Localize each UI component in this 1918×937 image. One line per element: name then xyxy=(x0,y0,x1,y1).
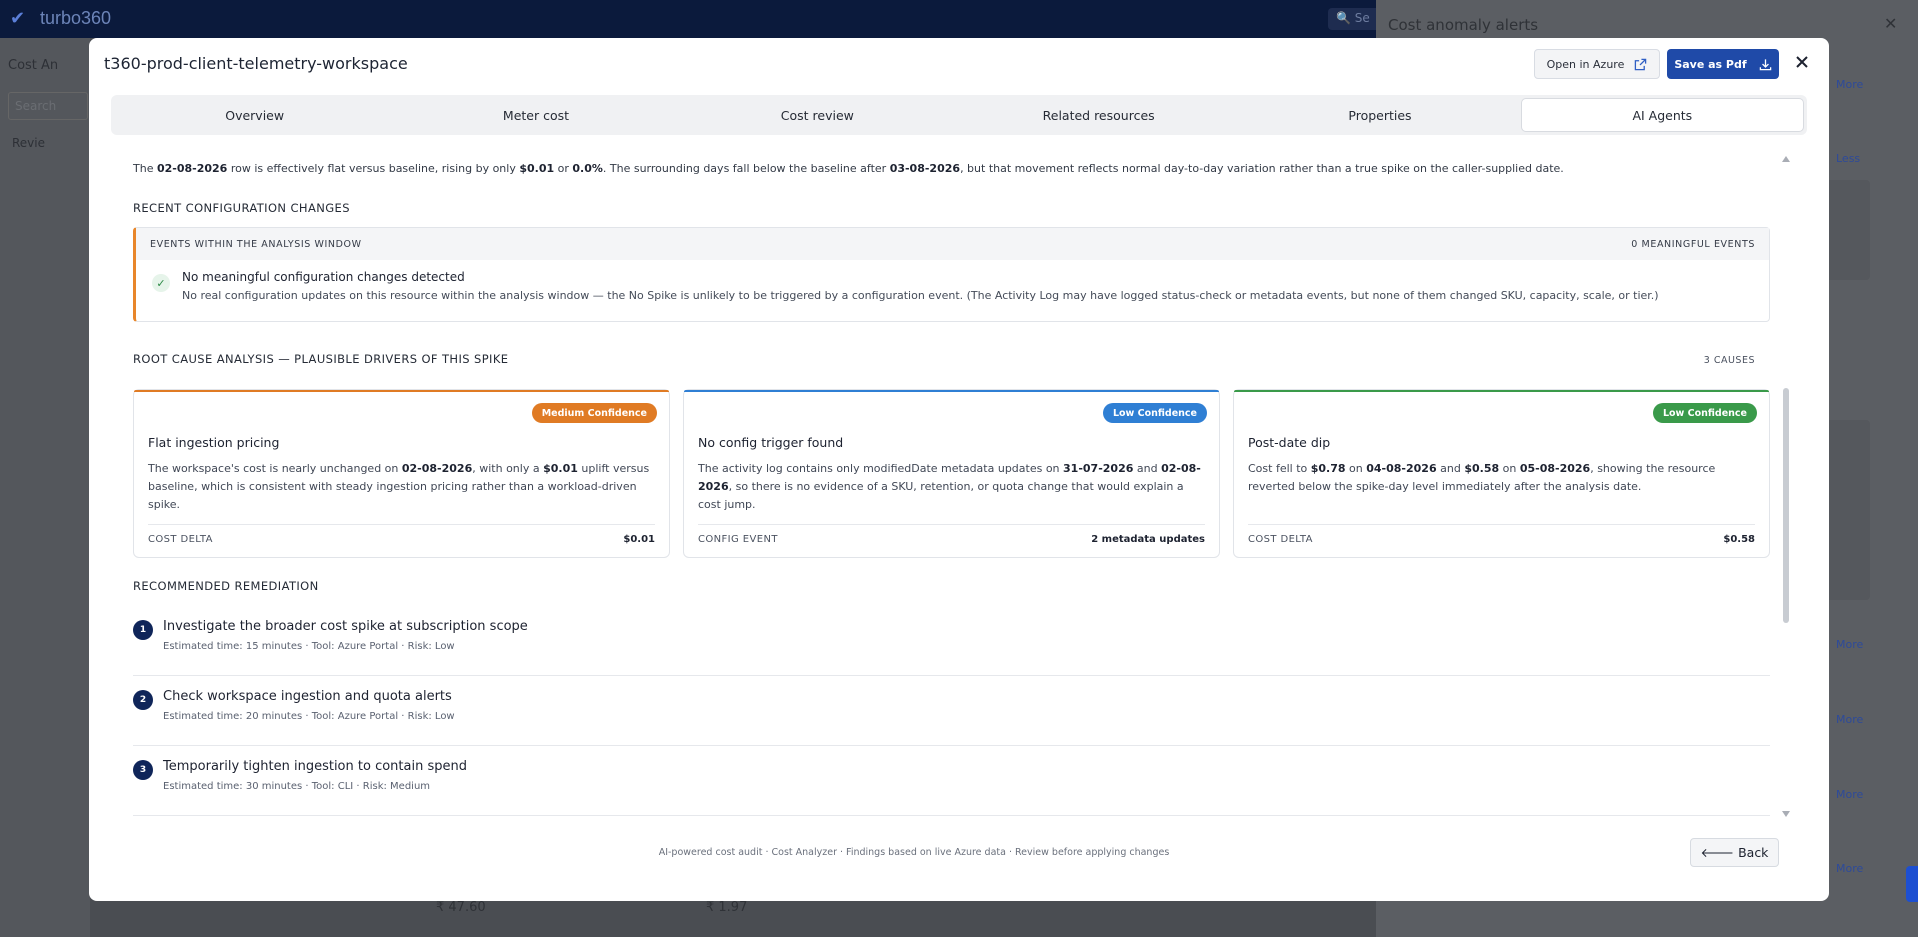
cause-description: The workspace's cost is nearly unchanged… xyxy=(148,462,650,511)
bottom-cost-value: ₹ 1.97 xyxy=(706,900,748,915)
card-accent xyxy=(134,390,669,392)
cause-footer: CONFIG EVENT 2 metadata updates xyxy=(698,524,1205,545)
arrow-left-icon: 🡐 xyxy=(1700,844,1735,860)
tab-cost-review[interactable]: Cost review xyxy=(677,98,958,132)
edge-widget-button[interactable] xyxy=(1906,866,1918,902)
tab-overview[interactable]: Overview xyxy=(114,98,395,132)
step-number: 2 xyxy=(133,690,153,710)
cause-footer-value: $0.01 xyxy=(623,534,655,545)
remediation-item[interactable]: 2 Check workspace ingestion and quota al… xyxy=(133,676,1770,746)
analysis-summary: The 02-08-2026 row is effectively flat v… xyxy=(133,162,1564,175)
remediation-title: Check workspace ingestion and quota aler… xyxy=(163,689,452,704)
cause-title: Flat ingestion pricing xyxy=(148,435,280,450)
close-modal-button[interactable] xyxy=(1791,51,1813,73)
back-label: Back xyxy=(1738,845,1769,860)
cause-footer-value: $0.58 xyxy=(1723,534,1755,545)
remediation-title: Temporarily tighten ingestion to contain… xyxy=(163,759,467,774)
cause-footer-label: CONFIG EVENT xyxy=(698,534,778,545)
footer-note: AI-powered cost audit · Cost Analyzer · … xyxy=(658,847,1170,858)
more-link[interactable]: More xyxy=(1836,788,1863,801)
app-brand: turbo360 xyxy=(40,8,112,28)
confidence-badge: Low Confidence xyxy=(1102,403,1207,423)
content-scrollbar[interactable] xyxy=(1781,152,1791,821)
open-in-azure-label: Open in Azure xyxy=(1546,57,1625,71)
scrollbar-thumb[interactable] xyxy=(1783,388,1789,623)
remediation-heading: RECOMMENDED REMEDIATION xyxy=(133,579,319,593)
scroll-down-arrow-icon[interactable] xyxy=(1782,811,1790,817)
events-header-label: EVENTS WITHIN THE ANALYSIS WINDOW xyxy=(150,238,362,250)
cause-footer: COST DELTA $0.58 xyxy=(1248,524,1755,545)
tab-related-resources[interactable]: Related resources xyxy=(958,98,1239,132)
cause-card: Medium Confidence Flat ingestion pricing… xyxy=(133,389,670,558)
close-icon xyxy=(1796,56,1808,68)
config-changes-heading: RECENT CONFIGURATION CHANGES xyxy=(133,201,350,215)
cause-footer-label: COST DELTA xyxy=(148,534,213,545)
cause-title: No config trigger found xyxy=(698,435,844,450)
tab-bar: Overview Meter cost Cost review Related … xyxy=(111,95,1807,135)
side-panel-title: Cost anomaly alerts xyxy=(1388,16,1539,34)
back-button[interactable]: 🡐 Back xyxy=(1690,838,1779,867)
check-icon: ✓ xyxy=(152,274,170,292)
modal-title: t360-prod-client-telemetry-workspace xyxy=(104,54,408,73)
cause-footer-label: COST DELTA xyxy=(1248,534,1313,545)
step-number: 1 xyxy=(133,620,153,640)
resource-detail-modal: t360-prod-client-telemetry-workspace Ope… xyxy=(89,38,1829,901)
remediation-meta: Estimated time: 15 minutes · Tool: Azure… xyxy=(163,641,455,652)
more-link[interactable]: More xyxy=(1836,713,1863,726)
events-count: 0 MEANINGFUL EVENTS xyxy=(1631,238,1755,250)
less-link[interactable]: Less xyxy=(1836,152,1860,165)
save-as-pdf-button[interactable]: Save as Pdf xyxy=(1667,49,1779,79)
left-search-input[interactable]: Search xyxy=(8,92,88,120)
left-panel-title: Cost An xyxy=(8,58,59,73)
remediation-meta: Estimated time: 30 minutes · Tool: CLI ·… xyxy=(163,781,431,792)
event-title: No meaningful configuration changes dete… xyxy=(182,270,465,284)
event-item: ✓ No meaningful configuration changes de… xyxy=(136,260,1769,302)
card-accent xyxy=(1234,390,1769,392)
external-link-icon xyxy=(1635,58,1647,70)
cause-description: Cost fell to $0.78 on 04-08-2026 and $0.… xyxy=(1248,462,1716,493)
download-icon xyxy=(1759,58,1771,70)
rca-heading: ROOT CAUSE ANALYSIS — PLAUSIBLE DRIVERS … xyxy=(133,352,509,366)
turbo360-logo-icon: ✔ xyxy=(10,8,26,29)
more-link[interactable]: More xyxy=(1836,78,1863,91)
remediation-item[interactable]: 3 Temporarily tighten ingestion to conta… xyxy=(133,746,1770,816)
remediation-title: Investigate the broader cost spike at su… xyxy=(163,619,528,634)
left-panel-item[interactable]: Revie xyxy=(12,136,45,150)
cause-footer: COST DELTA $0.01 xyxy=(148,524,655,545)
event-description: No real configuration updates on this re… xyxy=(182,289,1659,302)
rca-count: 3 CAUSES xyxy=(1703,355,1755,366)
left-panel xyxy=(0,38,90,937)
scroll-up-arrow-icon[interactable] xyxy=(1782,156,1790,162)
more-link[interactable]: More xyxy=(1836,862,1863,875)
tab-meter-cost[interactable]: Meter cost xyxy=(395,98,676,132)
confidence-badge: Medium Confidence xyxy=(531,403,657,423)
cause-footer-value: 2 metadata updates xyxy=(1091,534,1205,545)
side-panel-close-icon[interactable]: ✕ xyxy=(1884,14,1897,33)
cause-card: Low Confidence Post-date dip Cost fell t… xyxy=(1233,389,1770,558)
confidence-badge: Low Confidence xyxy=(1652,403,1757,423)
more-link[interactable]: More xyxy=(1836,638,1863,651)
bottom-cost-value: ₹ 47.60 xyxy=(436,900,486,915)
cause-description: The activity log contains only modifiedD… xyxy=(698,462,1201,511)
tab-properties[interactable]: Properties xyxy=(1239,98,1520,132)
cause-card: Low Confidence No config trigger found T… xyxy=(683,389,1220,558)
card-accent xyxy=(684,390,1219,392)
save-as-pdf-label: Save as Pdf xyxy=(1674,57,1747,71)
events-header: EVENTS WITHIN THE ANALYSIS WINDOW 0 MEAN… xyxy=(136,228,1769,260)
remediation-item[interactable]: 1 Investigate the broader cost spike at … xyxy=(133,606,1770,676)
step-number: 3 xyxy=(133,760,153,780)
open-in-azure-button[interactable]: Open in Azure xyxy=(1534,49,1660,79)
events-box: EVENTS WITHIN THE ANALYSIS WINDOW 0 MEAN… xyxy=(133,227,1770,322)
remediation-meta: Estimated time: 20 minutes · Tool: Azure… xyxy=(163,711,455,722)
tab-ai-agents[interactable]: AI Agents xyxy=(1520,98,1804,132)
cause-title: Post-date dip xyxy=(1248,435,1331,450)
